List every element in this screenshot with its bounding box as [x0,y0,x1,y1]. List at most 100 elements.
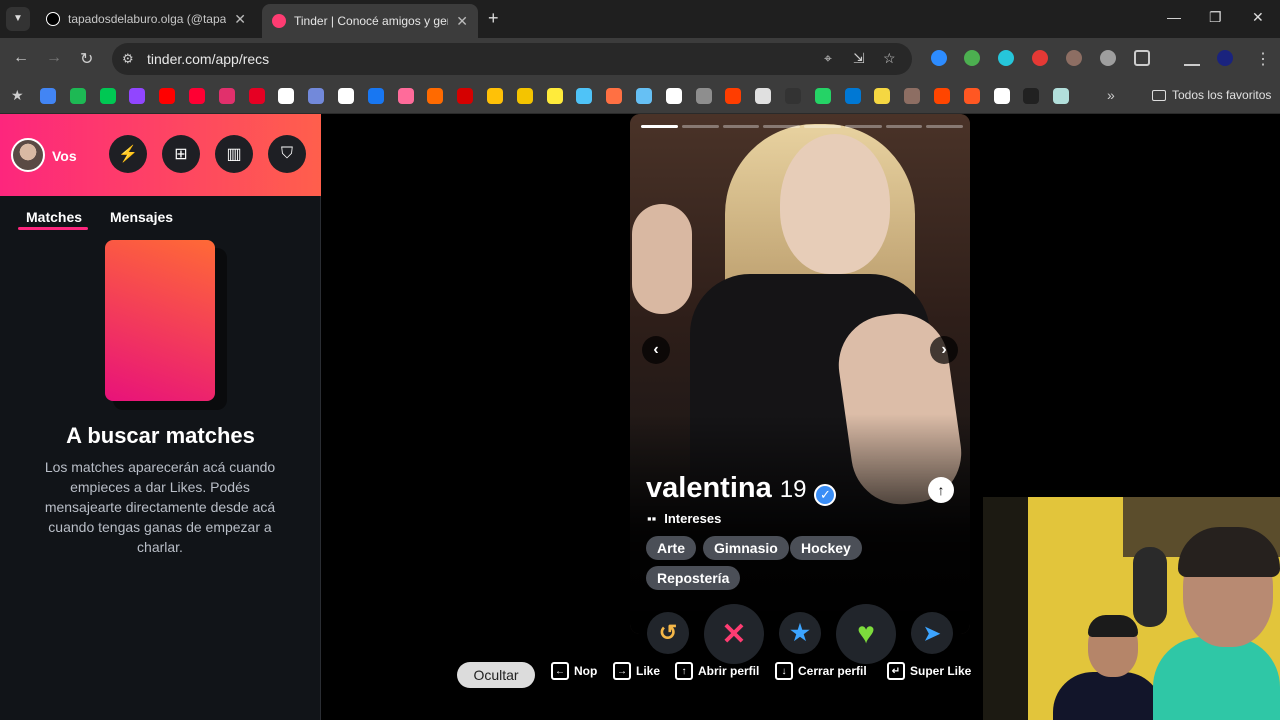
photo-progress-segment [763,125,800,128]
bookmark-favicon-icon[interactable] [934,88,950,104]
more-bookmarks-icon[interactable]: » [1107,87,1115,103]
nope-icon: ✕ [721,617,747,651]
menu-dots-icon[interactable]: ⋮ [1255,49,1271,69]
bookmark-favicon-icon[interactable] [308,88,325,104]
bookmark-favicon-icon[interactable] [725,88,742,104]
extension-icon[interactable] [931,50,947,66]
forward-icon[interactable]: → [46,49,62,67]
bookmark-favicon-icon[interactable] [218,88,235,104]
bookmark-favicon-icon[interactable] [367,88,384,104]
shortcut-close-profile: ↓ Cerrar perfil [775,662,867,680]
tab-matches[interactable]: Matches [26,209,82,225]
profile-card[interactable]: ‹ › valentina 19 ✓ ↑ ▪▪ Intereses Arte G… [630,114,970,634]
bookmark-favicon-icon[interactable] [516,88,533,104]
super-like-button[interactable]: ★ [779,612,821,654]
browser-tab-tiktok[interactable]: tapadosdelaburo.olga (@tapadosdelaburo.o… [36,4,256,34]
install-app-icon[interactable]: ⇲ [853,50,865,67]
shield-extension-icon[interactable] [964,50,980,66]
bookmark-favicon-icon[interactable] [248,88,265,104]
avatar[interactable] [11,138,45,172]
bookmark-favicon-icon[interactable] [397,88,414,104]
browser-tab-tinder[interactable]: Tinder | Conocé amigos y gente nueva ✕ [262,4,478,38]
arrow-down-key-icon: ↓ [775,662,793,680]
photo-progress-segment [844,125,882,128]
shortcut-label: Cerrar perfil [798,664,867,678]
previous-photo-button[interactable]: ‹ [642,336,670,364]
profile-label[interactable]: Vos [52,148,77,164]
bookmark-favicon-icon[interactable] [338,88,354,104]
restore-icon[interactable]: ❐ [1209,9,1222,26]
webcam-person [1043,615,1163,720]
bookmark-favicon-icon[interactable] [159,88,176,104]
boost-icon[interactable]: ⚡ [109,135,147,173]
close-window-icon[interactable]: ✕ [1252,9,1264,26]
bookmark-favicon-icon[interactable] [487,88,503,104]
reload-icon[interactable]: ↻ [80,49,93,69]
address-bar[interactable]: ⚙ tinder.com/app/recs ⌖ ⇲ ☆ [112,43,912,75]
extension-icon[interactable] [1066,50,1082,66]
bookmark-favicon-icon[interactable] [69,88,86,104]
bookmark-favicon-icon[interactable] [546,88,563,104]
bookmark-favicon-icon[interactable] [636,88,652,104]
bookmark-favicon-icon[interactable] [427,88,444,104]
browser-toolbar: ← → ↻ ⚙ tinder.com/app/recs ⌖ ⇲ ☆ ⋮ [0,38,1280,80]
bookmark-favicon-icon[interactable] [457,88,474,104]
next-photo-button[interactable]: › [930,336,958,364]
bookmark-star-icon[interactable]: ☆ [883,50,896,67]
back-icon[interactable]: ← [13,49,29,67]
bookmark-favicon-icon[interactable] [665,88,682,104]
shortcut-like: → Like [613,662,660,680]
bookmark-favicon-icon[interactable] [963,88,980,104]
new-tab-button[interactable]: + [488,8,499,29]
open-profile-button[interactable]: ↑ [928,477,954,503]
shield-icon[interactable]: ⛉ [268,135,306,173]
profile-avatar[interactable] [1217,50,1233,66]
close-icon[interactable]: ✕ [234,11,246,28]
photo-progress-segment [681,125,719,128]
extension-icon[interactable] [1100,50,1116,66]
bookmark-favicon-icon[interactable] [1053,88,1070,104]
like-button[interactable]: ♥ [836,604,896,664]
bookmark-favicon-icon[interactable] [814,88,831,104]
shortcut-open-profile: ↑ Abrir perfil [675,662,759,680]
nope-button[interactable]: ✕ [704,604,764,664]
briefcase-icon[interactable]: ▥ [215,135,253,173]
bookmark-favicon-icon[interactable] [695,88,712,104]
grid-icon: ▪▪ [647,511,657,526]
rewind-button[interactable]: ↺ [647,612,689,654]
media-control-icon[interactable] [1184,50,1200,66]
all-bookmarks-folder[interactable]: Todos los favoritos [1152,88,1271,102]
bookmark-favicon-icon[interactable] [129,88,146,104]
bookmark-favicon-icon[interactable] [576,88,593,104]
url-text: tinder.com/app/recs [147,51,270,67]
boost-button[interactable]: ➤ [911,612,953,654]
shortcut-label: Super Like [910,664,972,678]
tab-search-button[interactable]: ▼ [6,7,30,31]
empty-matches-illustration [105,240,215,401]
puzzle-icon[interactable] [1134,50,1150,66]
hide-shortcuts-button[interactable]: Ocultar [457,662,535,688]
bookmark-favicon-icon[interactable] [993,88,1010,104]
tab-mensajes[interactable]: Mensajes [110,209,173,225]
minimize-icon[interactable]: — [1167,9,1181,25]
extension-icon[interactable] [1032,50,1048,66]
explore-icon[interactable]: ⊞ [162,135,200,173]
site-info-icon[interactable]: ⚙ [122,51,134,67]
bookmark-favicon-icon[interactable] [1023,88,1040,104]
bookmark-favicon-icon[interactable] [606,88,623,104]
bookmark-favicon-icon[interactable] [874,88,891,104]
star-icon[interactable]: ★ [11,87,24,104]
bookmark-favicon-icon[interactable] [785,88,801,104]
close-icon[interactable]: ✕ [456,13,468,30]
bookmark-favicon-icon[interactable] [755,88,772,104]
bookmark-favicon-icon[interactable] [99,88,116,104]
bookmark-favicon-icon[interactable] [189,88,205,104]
extension-icon[interactable] [998,50,1014,66]
location-icon[interactable]: ⌖ [824,50,832,67]
bookmark-favicon-icon[interactable] [844,88,861,104]
bookmark-favicon-icon[interactable] [904,88,921,104]
bookmark-favicon-icon[interactable] [278,88,295,104]
photo-face [780,134,890,274]
person-body [1053,672,1163,720]
bookmark-favicon-icon[interactable] [40,88,56,104]
